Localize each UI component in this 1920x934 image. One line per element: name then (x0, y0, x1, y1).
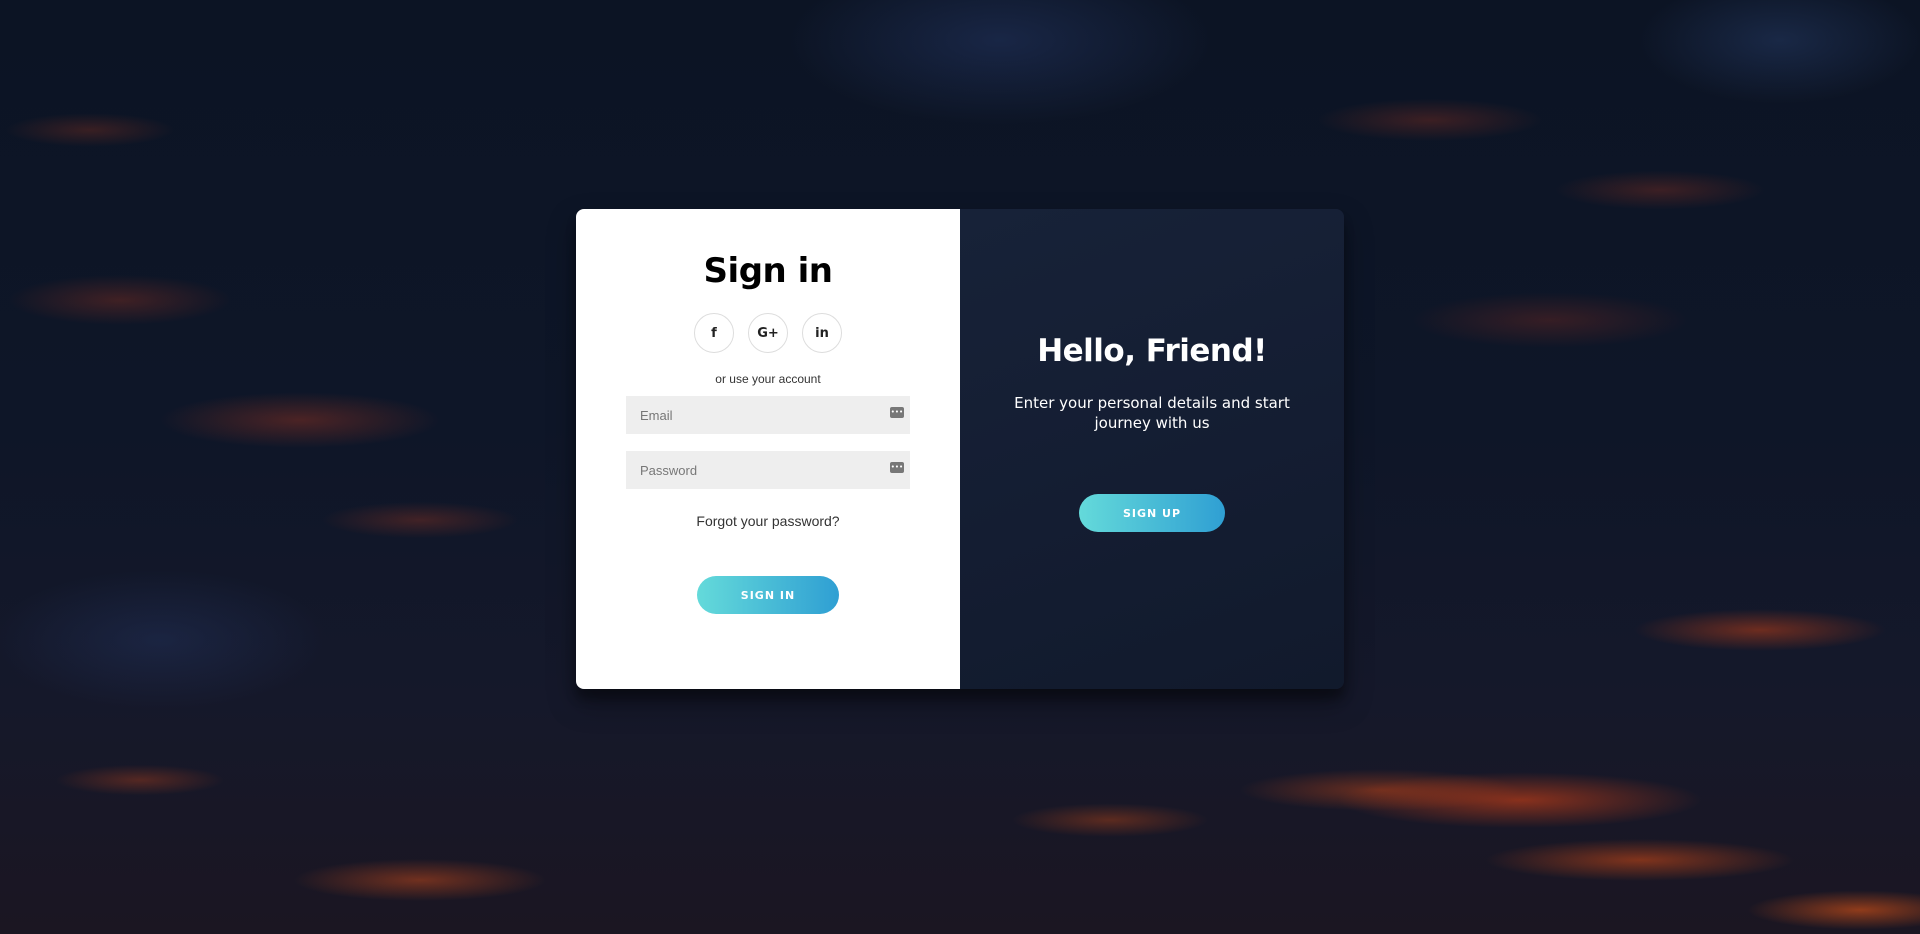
forgot-password-link[interactable]: Forgot your password? (576, 513, 960, 529)
password-input[interactable] (626, 462, 880, 478)
auth-card: Sign in f G+ in or use your account ••• … (576, 209, 1344, 689)
facebook-icon[interactable]: f (694, 313, 734, 353)
social-login-row: f G+ in (576, 313, 960, 353)
signup-button[interactable]: SIGN UP (1079, 494, 1225, 532)
email-field: ••• (626, 396, 910, 434)
password-field: ••• (626, 451, 910, 489)
email-input[interactable] (626, 407, 880, 423)
autofill-key-icon[interactable]: ••• (890, 462, 904, 473)
autofill-key-icon[interactable]: ••• (890, 407, 904, 418)
linkedin-icon[interactable]: in (802, 313, 842, 353)
alt-login-text: or use your account (715, 372, 821, 386)
google-plus-icon[interactable]: G+ (748, 313, 788, 353)
overlay-panel: Hello, Friend! Enter your personal detai… (960, 209, 1344, 689)
overlay-title: Hello, Friend! (1037, 333, 1267, 369)
signin-panel: Sign in f G+ in or use your account ••• … (576, 209, 960, 689)
signin-button[interactable]: SIGN IN (697, 576, 839, 614)
signin-title: Sign in (703, 251, 833, 291)
overlay-description: Enter your personal details and start jo… (1014, 394, 1290, 432)
